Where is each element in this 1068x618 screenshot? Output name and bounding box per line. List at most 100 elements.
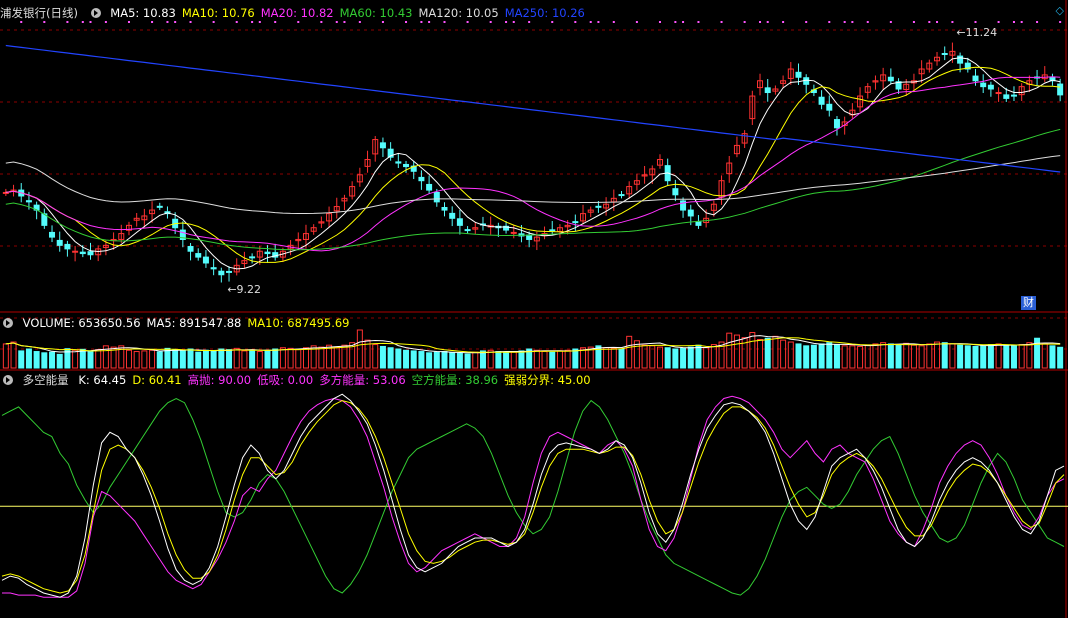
candlestick — [156, 205, 163, 208]
candlestick — [572, 221, 579, 224]
volume-bar — [780, 339, 787, 369]
stock-title[interactable]: 浦发银行(日线) — [0, 6, 78, 20]
volume-bar — [318, 346, 325, 369]
volume-bar — [680, 347, 687, 369]
volume-bar — [2, 343, 9, 369]
candlestick — [510, 231, 517, 234]
ma-indicator-0: MA5: 10.83 — [110, 6, 176, 20]
volume-bar — [418, 351, 425, 369]
volume-bar — [495, 351, 502, 369]
candlestick — [803, 77, 810, 85]
candlestick — [202, 256, 209, 264]
signal-dot — [843, 21, 846, 23]
volume-bar — [141, 350, 148, 369]
volume-bar — [164, 347, 171, 369]
signal-dot — [81, 21, 84, 23]
volume-bar — [803, 345, 810, 369]
volume-bar — [395, 348, 402, 369]
osc-indicator-2: 高抛: 90.00 — [187, 373, 252, 387]
signal-dot — [428, 21, 431, 23]
volume-bar — [749, 332, 756, 369]
volume-bar — [387, 347, 394, 369]
volume-bar — [1049, 345, 1056, 369]
volume-bar — [626, 335, 633, 369]
candlestick — [49, 231, 56, 238]
candlestick — [887, 76, 894, 82]
signal-dot — [166, 21, 169, 23]
signal-dot — [889, 21, 892, 23]
main-chart-header: 浦发银行(日线) MA5: 10.83 MA10: 10.76 MA20: 10.8… — [0, 5, 597, 21]
signal-dot — [805, 21, 808, 23]
candlestick — [826, 103, 833, 111]
candlestick — [426, 183, 433, 191]
volume-bar — [787, 341, 794, 369]
signal-dot — [759, 21, 762, 23]
signal-dot — [674, 21, 677, 23]
volume-bar — [926, 343, 933, 369]
volume-bar — [556, 350, 563, 369]
candlestick — [379, 142, 386, 149]
signal-dot — [20, 21, 23, 23]
corner-diamond-icon[interactable]: ◇ — [1056, 4, 1064, 17]
signal-dot — [489, 21, 492, 23]
signal-dot — [358, 21, 361, 23]
signal-dot — [951, 21, 954, 23]
signal-dot — [443, 21, 446, 23]
osc-indicator-6: 强弱分界: 45.00 — [504, 373, 591, 387]
signal-dot — [589, 21, 592, 23]
indicator-menu-icon[interactable] — [90, 7, 101, 18]
volume-menu-icon[interactable] — [3, 317, 13, 328]
candlestick — [218, 270, 225, 276]
signal-dot — [851, 21, 854, 23]
volume-bar — [795, 343, 802, 369]
volume-bar — [833, 344, 840, 369]
volume-bar — [441, 351, 448, 369]
oscillator-title[interactable]: 多空能量 — [23, 373, 69, 387]
candlestick — [972, 75, 979, 82]
candlestick — [833, 119, 840, 129]
volume-bar — [518, 350, 525, 369]
signal-dot — [274, 21, 277, 23]
finance-badge[interactable]: 财 — [1021, 296, 1036, 310]
high-price-label: ←11.24 — [956, 26, 997, 39]
volume-indicator-1: MA5: 891547.88 — [146, 316, 242, 330]
signal-dot — [682, 21, 685, 23]
volume-bar — [957, 344, 964, 369]
signal-dot — [89, 21, 92, 23]
volume-bar — [18, 350, 25, 369]
candlestick — [695, 221, 702, 226]
candlestick — [672, 188, 679, 196]
volume-bar — [764, 337, 771, 369]
candlestick — [56, 239, 63, 246]
signal-dot — [466, 21, 469, 23]
signal-dot — [612, 21, 615, 23]
volume-bar — [934, 341, 941, 369]
volume-bar — [156, 351, 163, 369]
short-energy-line — [1, 397, 1065, 596]
signal-dot — [151, 21, 154, 23]
volume-bar — [79, 348, 86, 369]
signal-dot — [1020, 21, 1023, 23]
candlestick — [226, 270, 233, 273]
volume-bar — [810, 344, 817, 369]
candlestick — [403, 163, 410, 168]
volume-bar — [964, 345, 971, 369]
volume-bar — [179, 350, 186, 369]
volume-bar — [987, 344, 994, 369]
volume-bar — [456, 352, 463, 369]
ma-indicator-4: MA120: 10.05 — [418, 6, 499, 20]
volume-bar — [149, 349, 156, 369]
volume-bar — [202, 349, 209, 369]
oscillator-menu-icon[interactable] — [3, 374, 13, 385]
stock-chart[interactable]: ←9.22 ←11.24 — [0, 0, 1068, 618]
volume-bar — [10, 341, 17, 369]
candlestick — [818, 96, 825, 105]
volume-bar — [472, 351, 479, 369]
volume-bar — [972, 345, 979, 369]
volume-bar — [541, 351, 548, 369]
signal-dot — [1036, 21, 1039, 23]
volume-bar — [287, 347, 294, 369]
signal-dot — [343, 21, 346, 23]
candlestick — [995, 92, 1002, 95]
candlestick — [210, 267, 217, 270]
